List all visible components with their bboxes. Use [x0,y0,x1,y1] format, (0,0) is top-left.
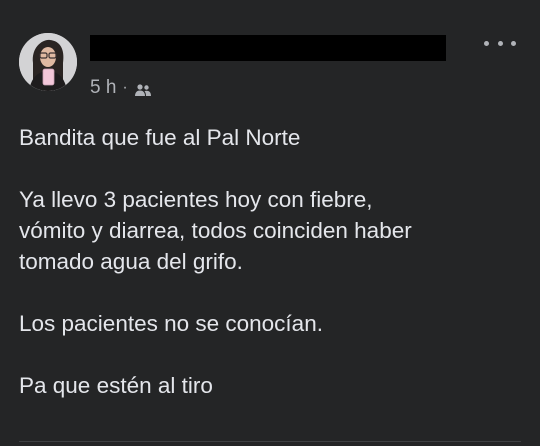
author-avatar[interactable] [19,33,77,91]
friends-icon[interactable] [134,81,152,96]
post-text-line: vómito y diarrea, todos coinciden haber [19,218,412,243]
post-text-line: tomado agua del grifo. [19,249,243,274]
meta-separator: · [122,79,128,96]
post-timestamp[interactable]: 5 h [90,77,116,99]
post-body: Bandita que fue al Pal Norte Ya llevo 3 … [19,122,524,401]
more-options-icon[interactable] [484,32,516,54]
post-meta: 5 h · [90,76,152,100]
post-text-line: Pa que estén al tiro [19,373,213,398]
post-text-line: Los pacientes no se conocían. [19,311,323,336]
avatar-image [19,33,77,91]
more-dot [511,40,516,46]
more-dot [484,40,489,46]
post-text-line: Bandita que fue al Pal Norte [19,125,301,150]
redacted-author-name [90,35,446,61]
more-dot [497,40,503,46]
post-divider [19,441,521,442]
post-text-line: Ya llevo 3 pacientes hoy con fiebre, [19,187,373,212]
post-card: 5 h · Bandita que fue al Pal Norte Ya ll… [0,0,540,446]
